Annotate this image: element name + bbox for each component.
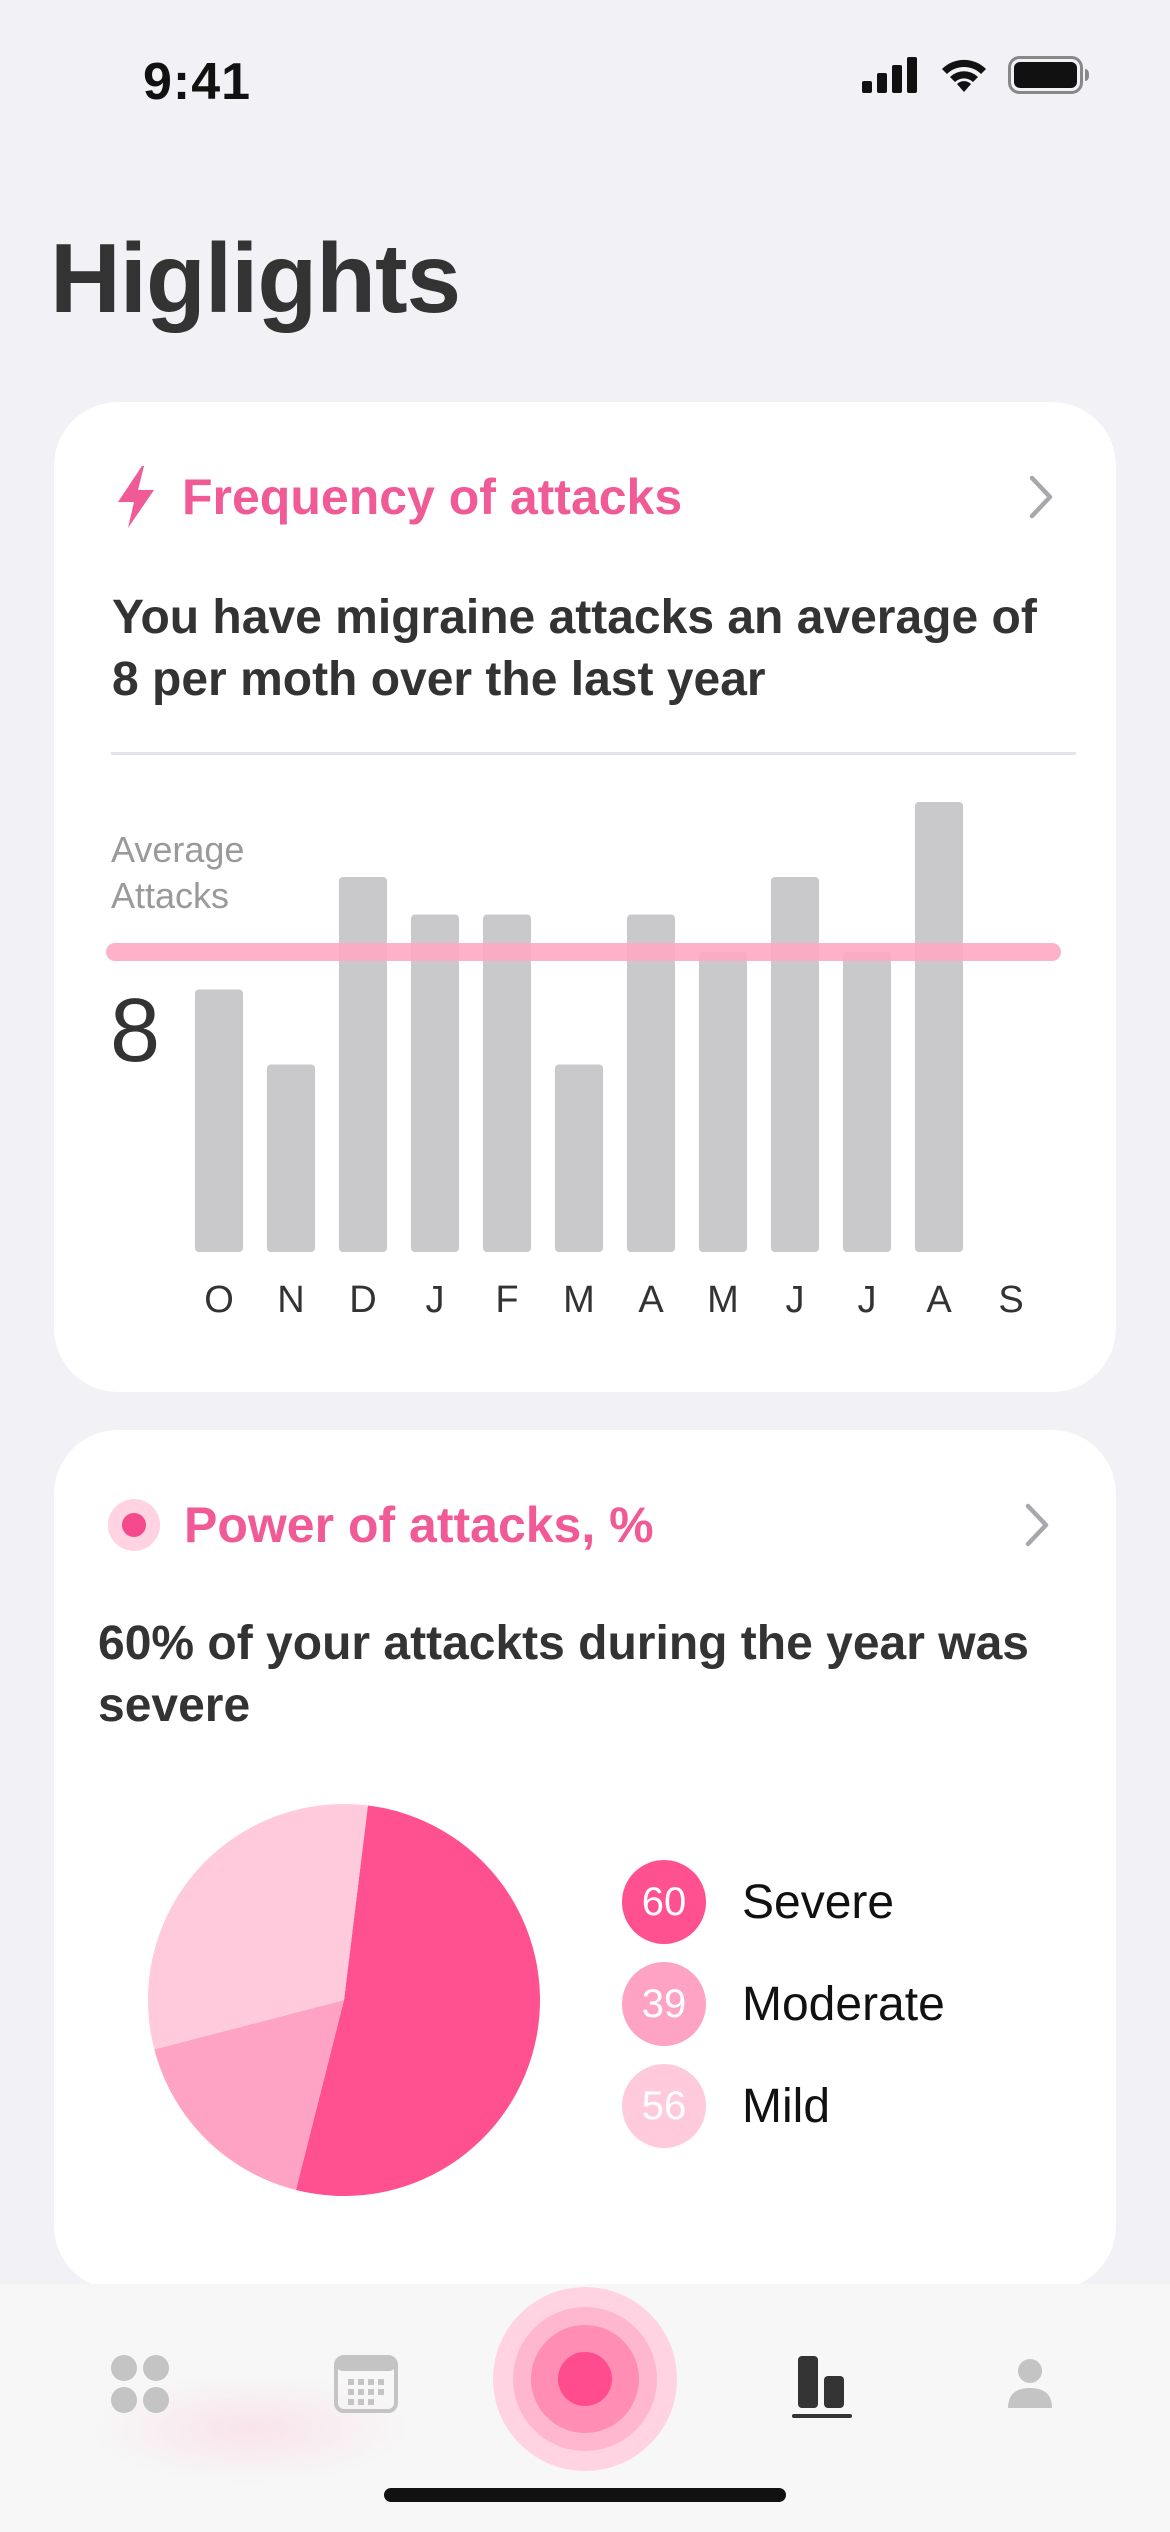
power-legend: 60 Severe 39 Moderate 56 Mild [622, 1860, 1072, 2166]
frequency-bar-chart: ONDJFMAMJJAS [106, 802, 1061, 1321]
status-bar: 9:41 [0, 0, 1170, 150]
month-label-1: N [277, 1279, 304, 1321]
legend-badge-severe: 60 [622, 1860, 706, 1944]
battery-icon [1008, 56, 1089, 94]
legend-item-mild: 56 Mild [622, 2064, 1072, 2148]
power-card-title: Power of attacks, % [184, 1497, 654, 1553]
dot-icon [108, 1499, 160, 1551]
bar-5 [555, 1064, 603, 1252]
month-label-7: M [707, 1279, 739, 1321]
bar-0 [195, 989, 243, 1252]
bar-6 [627, 914, 675, 1252]
legend-label-mild: Mild [742, 2079, 831, 2133]
home-indicator [384, 2488, 786, 2502]
bar-3 [411, 914, 459, 1252]
power-summary: 60% of your attackts during the year was… [98, 1617, 1029, 1732]
chevron-right-icon[interactable] [1012, 1500, 1062, 1550]
legend-badge-moderate: 39 [622, 1962, 706, 2046]
wifi-icon [942, 59, 986, 92]
month-label-4: F [495, 1279, 518, 1321]
frequency-card[interactable]: Frequency of attacks You have migraine a… [54, 402, 1116, 1392]
person-icon [1008, 2359, 1052, 2408]
month-label-9: J [858, 1279, 877, 1321]
bar-4 [483, 914, 531, 1252]
month-label-3: J [426, 1279, 445, 1321]
tab-profile[interactable] [990, 2344, 1070, 2424]
record-attack-icon [493, 2287, 677, 2471]
power-card[interactable]: Power of attacks, % 60% of your attackts… [54, 1430, 1116, 2290]
month-label-10: A [926, 1279, 952, 1321]
legend-item-moderate: 39 Moderate [622, 1962, 1072, 2046]
grid-icon [111, 2355, 169, 2413]
power-pie-chart [147, 1804, 540, 2196]
bar-9 [843, 952, 891, 1252]
tab-dashboard[interactable] [100, 2344, 180, 2424]
power-card-header[interactable]: Power of attacks, % [108, 1490, 1066, 1560]
legend-badge-mild: 56 [622, 2064, 706, 2148]
page-title: Higlights [50, 223, 461, 333]
calendar-icon [334, 2355, 398, 2413]
month-label-2: D [349, 1279, 376, 1321]
tab-record[interactable] [490, 2284, 680, 2474]
bar-8 [771, 877, 819, 1252]
legend-label-moderate: Moderate [742, 1977, 945, 2031]
tab-statistics[interactable] [782, 2342, 862, 2432]
cellular-signal-icon [862, 57, 917, 93]
bar-1 [267, 1064, 315, 1252]
tab-calendar[interactable] [326, 2344, 406, 2424]
month-label-0: O [204, 1279, 234, 1321]
month-label-8: J [786, 1279, 805, 1321]
month-label-6: A [638, 1279, 664, 1321]
bar-2 [339, 877, 387, 1252]
bar-7 [699, 952, 747, 1252]
legend-label-severe: Severe [742, 1875, 895, 1929]
month-label-11: S [998, 1279, 1023, 1321]
legend-item-severe: 60 Severe [622, 1860, 1072, 1944]
bar-10 [915, 802, 963, 1252]
screen: 9:41 Higlights Frequency of attacks You … [0, 0, 1170, 2532]
bar-chart-icon [792, 2356, 852, 2418]
status-time: 9:41 [143, 53, 252, 111]
month-label-5: M [563, 1279, 595, 1321]
status-icons [862, 56, 1090, 94]
